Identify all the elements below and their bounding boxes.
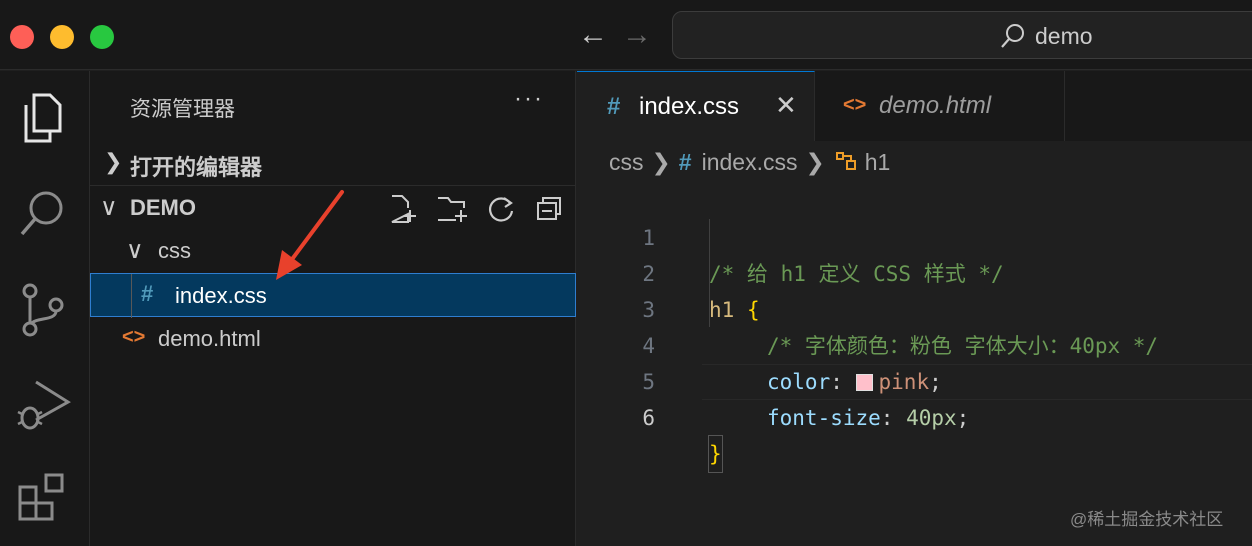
symbol-class-icon xyxy=(835,152,856,170)
line-number: 6 xyxy=(642,406,655,430)
css-hash-icon: # xyxy=(141,281,154,306)
css-hash-icon: # xyxy=(678,149,692,175)
file-demo-html-label: demo.html xyxy=(158,326,261,351)
tab-label: demo.html xyxy=(879,92,992,119)
more-actions-icon[interactable]: ··· xyxy=(514,85,544,113)
code-line: 5 font-size: 40px; xyxy=(577,328,1252,430)
html-brackets-icon: <> xyxy=(122,326,146,348)
back-arrow-icon[interactable]: ← xyxy=(578,20,608,50)
code-line: 4 color: pink; xyxy=(577,292,1252,394)
refresh-icon[interactable] xyxy=(486,194,516,224)
activity-bar xyxy=(0,71,90,546)
code-value: 40px xyxy=(906,406,957,430)
chevron-right-icon: ❯ xyxy=(805,149,825,175)
close-icon[interactable]: ✕ xyxy=(775,90,797,121)
file-demo-html-row[interactable]: <> demo.html xyxy=(90,317,576,361)
search-text: demo xyxy=(1035,23,1093,49)
command-center-search[interactable]: demo xyxy=(672,11,1252,59)
minimize-window-button[interactable] xyxy=(50,25,74,49)
open-editors-section[interactable]: ❯ 打开的编辑器 xyxy=(90,141,576,185)
folder-css-label: css xyxy=(158,238,191,263)
code-brace: } xyxy=(708,435,723,473)
css-hash-icon: # xyxy=(607,93,621,120)
extensions-icon[interactable] xyxy=(16,471,70,525)
collapse-all-icon[interactable] xyxy=(534,194,564,224)
file-index-css-row[interactable]: # index.css xyxy=(90,273,576,318)
new-folder-icon[interactable] xyxy=(436,194,470,224)
open-editors-label: 打开的编辑器 xyxy=(130,155,263,180)
maximize-window-button[interactable] xyxy=(90,25,114,49)
editor-area: # index.css ✕ <> demo.html css ❯ # index.cs… xyxy=(577,71,1252,546)
title-bar: ← → demo xyxy=(0,0,1252,70)
tab-index-css[interactable]: # index.css ✕ xyxy=(577,71,815,141)
code-line: 1 /* 给 h1 定义 CSS 样式 */ xyxy=(577,184,1252,286)
forward-arrow-icon[interactable]: → xyxy=(622,20,652,50)
new-file-icon[interactable] xyxy=(388,194,420,224)
explorer-sidebar: 资源管理器 ··· ❯ 打开的编辑器 ∨ DEMO ∨ css # index.… xyxy=(90,71,576,546)
explorer-files-icon[interactable] xyxy=(16,91,68,145)
breadcrumb-symbol[interactable]: h1 xyxy=(865,149,891,175)
chevron-right-icon: ❯ xyxy=(651,149,671,175)
search-icon[interactable] xyxy=(16,186,70,240)
indent-guide xyxy=(131,274,132,318)
breadcrumb: css ❯ # index.css ❯ h1 xyxy=(609,149,890,176)
folder-css-row[interactable]: ∨ css xyxy=(90,229,576,273)
chevron-right-icon: ❯ xyxy=(104,149,123,174)
html-brackets-icon: <> xyxy=(843,94,867,116)
close-window-button[interactable] xyxy=(10,25,34,49)
code-line: 6 } xyxy=(577,364,1252,473)
chevron-down-icon: ∨ xyxy=(126,237,144,264)
source-control-icon[interactable] xyxy=(16,281,70,339)
code-line: 3 /* 字体颜色：粉色 字体大小：40px */ xyxy=(577,256,1252,358)
watermark: @稀土掘金技术社区 xyxy=(1070,510,1224,529)
chevron-down-icon: ∨ xyxy=(100,194,118,221)
file-index-css-label: index.css xyxy=(175,283,267,308)
breadcrumb-file[interactable]: index.css xyxy=(702,149,798,175)
search-icon xyxy=(1001,24,1024,48)
code-line: 2 h1 { xyxy=(577,220,1252,322)
code-property: font-size xyxy=(767,406,881,430)
explorer-title: 资源管理器 xyxy=(130,98,235,121)
project-label: DEMO xyxy=(130,195,196,220)
editor-tabs: # index.css ✕ <> demo.html xyxy=(577,71,1252,141)
breadcrumb-folder[interactable]: css xyxy=(609,149,644,175)
tab-demo-html[interactable]: <> demo.html xyxy=(815,71,1065,141)
project-folder-section[interactable]: ∨ DEMO xyxy=(90,185,576,229)
run-debug-icon[interactable] xyxy=(16,376,74,434)
tab-label: index.css xyxy=(639,93,740,120)
